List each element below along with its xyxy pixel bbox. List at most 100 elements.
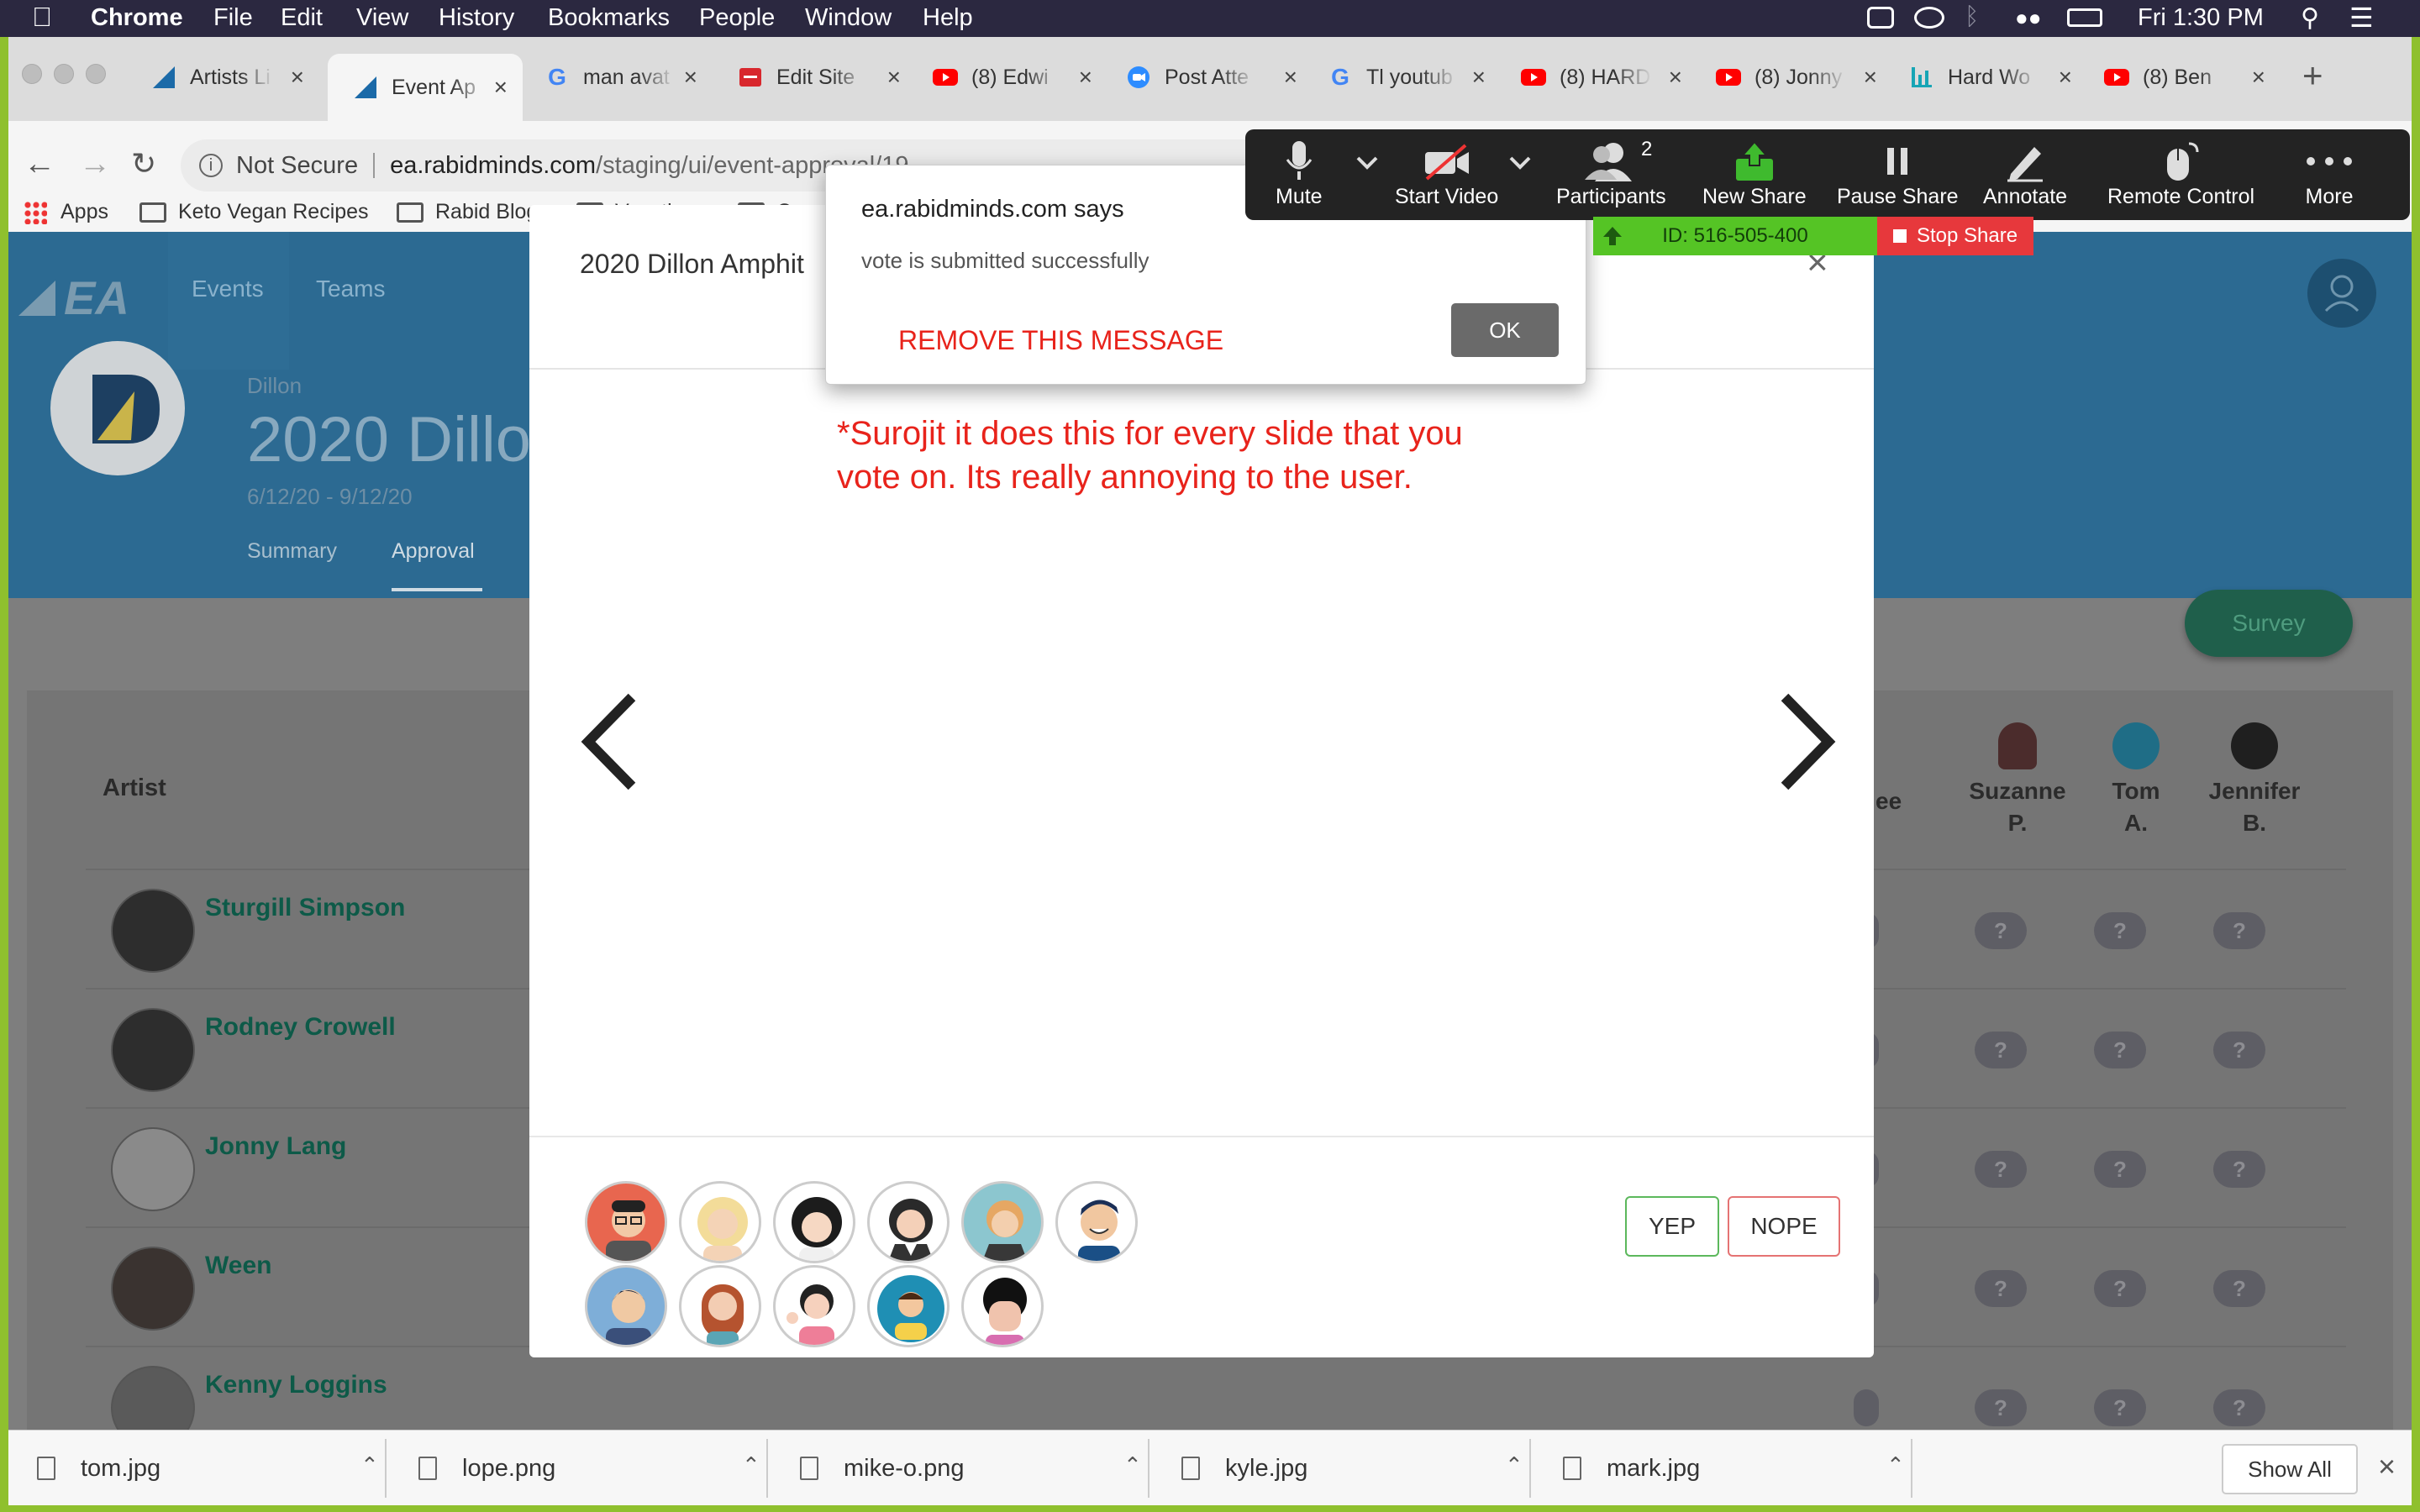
screen-record-icon[interactable] — [1867, 7, 1894, 29]
reload-button[interactable]: ↻ — [131, 146, 156, 181]
annotate-button[interactable]: Annotate — [1983, 138, 2067, 209]
bookmark-rabid-blogs[interactable]: Rabid Blogs — [397, 200, 549, 224]
voter-avatar[interactable] — [773, 1265, 855, 1347]
download-item[interactable]: tom.jpg ⌃ — [37, 1431, 390, 1506]
tab-artists[interactable]: Artists Li × — [151, 54, 319, 101]
download-item[interactable]: mark.jpg ⌃ — [1563, 1431, 1916, 1506]
download-item[interactable]: mike-o.png ⌃ — [800, 1431, 1153, 1506]
close-icon[interactable]: × — [2059, 64, 2087, 91]
voter-avatar[interactable] — [867, 1265, 950, 1347]
nope-button[interactable]: NOPE — [1728, 1196, 1840, 1257]
chevron-up-icon[interactable]: ⌃ — [742, 1452, 760, 1478]
voter-avatar[interactable] — [585, 1265, 667, 1347]
menu-window[interactable]: Window — [805, 4, 892, 32]
vote-status-badge[interactable]: ? — [2094, 1389, 2146, 1426]
info-icon[interactable]: i — [199, 154, 223, 177]
chevron-up-icon[interactable]: ⌃ — [1886, 1452, 1905, 1478]
show-all-downloads-button[interactable]: Show All — [2222, 1444, 2358, 1494]
wifi-icon[interactable]: ●● — [2015, 5, 2041, 31]
spotlight-icon[interactable]: ⚲ — [2301, 3, 2319, 33]
close-icon[interactable]: × — [2252, 64, 2281, 91]
new-tab-button[interactable]: + — [2302, 55, 2323, 96]
vote-status-badge[interactable]: ? — [2213, 912, 2265, 949]
voter-avatar[interactable] — [961, 1265, 1044, 1347]
bluetooth-icon[interactable]: ᛒ — [1965, 3, 1979, 31]
remote-control-button[interactable]: Remote Control — [2107, 138, 2254, 209]
vote-status-badge[interactable]: ? — [2094, 912, 2146, 949]
vote-status-badge[interactable]: ? — [1975, 912, 2027, 949]
forward-button[interactable]: → — [79, 146, 111, 182]
menu-help[interactable]: Help — [923, 4, 973, 32]
tab-post-attendee[interactable]: Post Atte × — [1126, 54, 1313, 101]
close-icon[interactable]: × — [684, 64, 713, 91]
chevron-up-icon[interactable]: ⌃ — [360, 1452, 379, 1478]
menu-history[interactable]: History — [439, 4, 514, 32]
menu-people[interactable]: People — [699, 4, 775, 32]
nav-events[interactable]: Events — [192, 276, 264, 302]
voter-avatar[interactable] — [585, 1181, 667, 1263]
apple-icon[interactable]:  — [32, 2, 52, 33]
meeting-id-badge[interactable]: ID: 516-505-400 — [1593, 217, 1877, 255]
creative-cloud-icon[interactable] — [1914, 7, 1944, 29]
subtab-summary[interactable]: Summary — [247, 539, 337, 564]
voter-avatar[interactable] — [1055, 1181, 1138, 1263]
close-icon[interactable]: × — [1864, 64, 1892, 91]
vote-status-badge[interactable]: ? — [2213, 1151, 2265, 1188]
vote-status-badge[interactable]: ? — [2213, 1270, 2265, 1307]
artist-name-link[interactable]: Rodney Crowell — [205, 1013, 396, 1042]
vote-status-badge[interactable]: ? — [2094, 1270, 2146, 1307]
vote-status-badge[interactable]: ? — [1975, 1270, 2027, 1307]
tab-edit-site[interactable]: Edit Site × — [738, 54, 916, 101]
site-logo[interactable]: EA — [17, 271, 153, 324]
download-item[interactable]: kyle.jpg ⌃ — [1181, 1431, 1534, 1506]
menu-file[interactable]: File — [213, 4, 253, 32]
vote-status-badge[interactable]: ? — [1975, 1032, 2027, 1068]
next-slide-button[interactable] — [1778, 692, 1837, 791]
alert-ok-button[interactable]: OK — [1451, 303, 1559, 357]
vote-status-badge[interactable] — [1854, 1389, 1879, 1426]
close-icon[interactable]: × — [1079, 64, 1107, 91]
video-options-button[interactable] — [1507, 155, 1533, 171]
participants-button[interactable]: 2 Participants — [1556, 138, 1666, 209]
voter-avatar[interactable] — [679, 1265, 761, 1347]
battery-icon[interactable] — [2067, 8, 2102, 27]
tab-man-avatar[interactable]: G man avat × — [544, 54, 713, 101]
voter-avatar[interactable] — [773, 1181, 855, 1263]
artist-name-link[interactable]: Kenny Loggins — [205, 1371, 387, 1399]
previous-slide-button[interactable] — [580, 692, 639, 791]
close-icon[interactable]: × — [1669, 64, 1697, 91]
menu-app-name[interactable]: Chrome — [91, 4, 183, 32]
tab-hard-work[interactable]: Hard Wo × — [1909, 54, 2087, 101]
artist-name-link[interactable]: Jonny Lang — [205, 1132, 346, 1161]
notification-center-icon[interactable]: ☰ — [2349, 2, 2374, 34]
start-video-button[interactable]: Start Video — [1395, 138, 1498, 209]
vote-status-badge[interactable]: ? — [2094, 1151, 2146, 1188]
window-minimize-button[interactable] — [54, 64, 74, 84]
close-icon[interactable]: × — [887, 64, 916, 91]
download-item[interactable]: lope.png ⌃ — [418, 1431, 771, 1506]
voter-avatar[interactable] — [867, 1181, 950, 1263]
tab-tl-youtube[interactable]: G Tl youtub × — [1328, 54, 1501, 101]
tab-youtube-jonny[interactable]: (8) Jonny × — [1716, 54, 1892, 101]
close-icon[interactable]: × — [494, 74, 523, 101]
artist-name-link[interactable]: Sturgill Simpson — [205, 894, 405, 922]
chevron-up-icon[interactable]: ⌃ — [1505, 1452, 1523, 1478]
audio-options-button[interactable] — [1355, 155, 1380, 171]
nav-teams[interactable]: Teams — [316, 276, 385, 302]
pause-share-button[interactable]: Pause Share — [1837, 138, 1959, 209]
yep-button[interactable]: YEP — [1625, 1196, 1719, 1257]
vote-status-badge[interactable]: ? — [2213, 1389, 2265, 1426]
chevron-up-icon[interactable]: ⌃ — [1123, 1452, 1142, 1478]
close-shelf-icon[interactable]: × — [2378, 1449, 2396, 1484]
bookmark-apps[interactable]: Apps — [24, 200, 108, 224]
profile-avatar[interactable] — [2307, 259, 2376, 328]
window-zoom-button[interactable] — [86, 64, 106, 84]
survey-button[interactable]: Survey — [2185, 590, 2353, 657]
tab-youtube-ben[interactable]: (8) Ben × — [2104, 54, 2281, 101]
vote-status-badge[interactable]: ? — [1975, 1151, 2027, 1188]
tab-youtube-hard[interactable]: (8) HARD × — [1521, 54, 1697, 101]
tab-youtube-edwin[interactable]: (8) Edwi × — [933, 54, 1107, 101]
bookmark-keto-vegan[interactable]: Keto Vegan Recipes — [139, 200, 369, 224]
window-close-button[interactable] — [22, 64, 42, 84]
artist-name-link[interactable]: Ween — [205, 1252, 271, 1280]
